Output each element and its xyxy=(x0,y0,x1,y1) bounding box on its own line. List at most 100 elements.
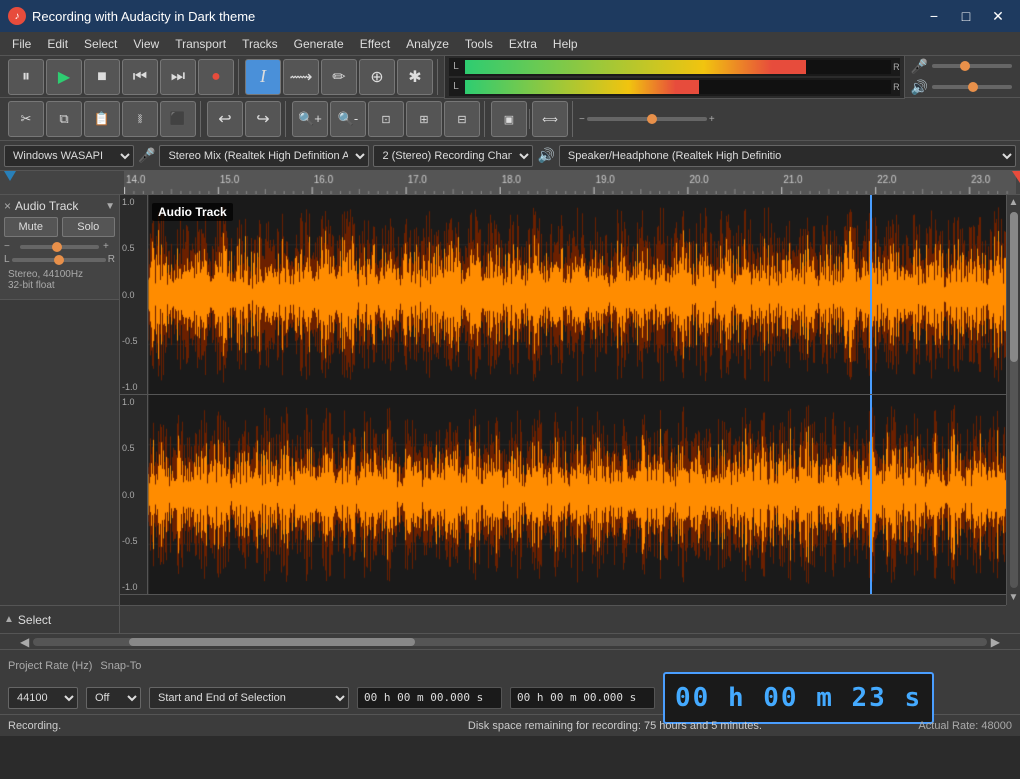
end-marker xyxy=(1012,171,1020,183)
zoom-tool-button[interactable]: ⊕ xyxy=(359,59,395,95)
track-info-line1: Stereo, 44100Hz xyxy=(8,269,111,280)
zoom-undo-button[interactable]: ⊟ xyxy=(444,101,480,137)
draw-tool-button[interactable]: ✏ xyxy=(321,59,357,95)
envelope-tool-button[interactable]: ⟿ xyxy=(283,59,319,95)
output-gain-slider[interactable] xyxy=(932,85,1012,89)
selection-end-input[interactable] xyxy=(510,687,655,709)
menu-item-generate[interactable]: Generate xyxy=(286,35,352,53)
track-close-button[interactable]: × xyxy=(4,199,11,213)
waveform-channel-1[interactable]: 1.0 0.5 0.0 -0.5 -1.0 Audio Track xyxy=(120,195,1006,395)
scale-1-half-top: 0.5 xyxy=(122,243,145,253)
menu-item-tracks[interactable]: Tracks xyxy=(234,35,286,53)
silence-button[interactable]: ⬛ xyxy=(160,101,196,137)
track-controls-panel: × Audio Track ▼ Mute Solo − + L R xyxy=(0,195,120,605)
collapse-button[interactable]: ▣ xyxy=(491,101,527,137)
channels-select[interactable]: 2 (Stereo) Recording Chann xyxy=(373,145,533,167)
play-button[interactable]: ▶ xyxy=(46,59,82,95)
window-controls: − □ ✕ xyxy=(920,5,1012,27)
vu-l-label: L xyxy=(449,61,463,72)
stop-button[interactable]: ■ xyxy=(84,59,120,95)
selection-mode-select[interactable]: Start and End of Selection xyxy=(149,687,349,709)
main-gain-slider[interactable] xyxy=(587,117,707,121)
zoom-out-button[interactable]: 🔍- xyxy=(330,101,366,137)
scale-2-half-top: 0.5 xyxy=(122,443,145,453)
speaker-device-icon: 🔊 xyxy=(537,147,554,164)
output-device-select[interactable]: Speaker/Headphone (Realtek High Definiti… xyxy=(559,145,1016,167)
minimize-button[interactable]: − xyxy=(920,5,948,27)
undo-button[interactable]: ↩ xyxy=(207,101,243,137)
menu-item-view[interactable]: View xyxy=(125,35,167,53)
menu-item-help[interactable]: Help xyxy=(545,35,586,53)
menu-item-file[interactable]: File xyxy=(4,35,39,53)
api-select[interactable]: Windows WASAPI xyxy=(4,145,134,167)
hscroll-thumb xyxy=(129,638,415,646)
cut-button[interactable]: ✂ xyxy=(8,101,44,137)
scale-1-bot: -1.0 xyxy=(122,382,145,392)
copy-button[interactable]: ⧉ xyxy=(46,101,82,137)
zoom-in-button[interactable]: 🔍+ xyxy=(292,101,328,137)
vu-fill-out-l xyxy=(465,80,699,94)
track-bottom-row: ▲ Select xyxy=(0,605,1020,633)
track-dropdown-button[interactable]: ▼ xyxy=(105,201,115,212)
input-device-select[interactable]: Stereo Mix (Realtek High Definition Audi… xyxy=(159,145,369,167)
menu-item-select[interactable]: Select xyxy=(76,35,125,53)
mute-button[interactable]: Mute xyxy=(4,217,58,237)
zoom-fit-button[interactable]: ⊡ xyxy=(368,101,404,137)
solo-button[interactable]: Solo xyxy=(62,217,116,237)
scale-2-mid: 0.0 xyxy=(122,490,145,500)
multi-tool-button[interactable]: ✱ xyxy=(397,59,433,95)
menu-item-analyze[interactable]: Analyze xyxy=(398,35,457,53)
vu-meter-output: L R xyxy=(449,78,900,96)
toolbars: ⏸ ▶ ■ ⏮ ⏭ ● I ⟿ ✏ ⊕ ✱ L R L xyxy=(0,56,1020,141)
vu-meters: L R L R xyxy=(444,55,905,99)
pan-slider[interactable] xyxy=(12,258,106,262)
hscroll-left-button[interactable]: ◀ xyxy=(16,635,33,649)
menu-item-extra[interactable]: Extra xyxy=(501,35,545,53)
vu-bar-out-l xyxy=(465,80,891,94)
waveform-channel-2[interactable]: 1.0 0.5 0.0 -0.5 -1.0 xyxy=(120,395,1006,595)
toolbar-row1: ⏸ ▶ ■ ⏮ ⏭ ● I ⟿ ✏ ⊕ ✱ L R L xyxy=(0,56,1020,98)
app-icon: ♪ xyxy=(8,7,26,25)
select-row-scrollbar-space xyxy=(1006,605,1020,633)
vertical-scrollbar[interactable]: ▲ ▼ xyxy=(1006,195,1020,605)
extra-zoom-section: ▣ ⟺ xyxy=(487,101,573,137)
mute-solo-row: Mute Solo xyxy=(4,217,115,237)
horizontal-scrollbar[interactable]: ◀ ▶ xyxy=(0,633,1020,649)
snap-to-select[interactable]: Off xyxy=(86,687,141,709)
pan-row: L R xyxy=(4,254,115,265)
trim-button[interactable]: ⧚ xyxy=(122,101,158,137)
hscroll-track xyxy=(33,638,987,646)
project-rate-select[interactable]: 44100 xyxy=(8,687,78,709)
recording-time-display: 00 h 00 m 23 s xyxy=(663,672,934,724)
select-button[interactable]: ▲ Select xyxy=(4,613,51,627)
selection-start-input[interactable] xyxy=(357,687,502,709)
record-button[interactable]: ● xyxy=(198,59,234,95)
zoom-extra-button[interactable]: ⟺ xyxy=(532,101,568,137)
mic-icon: 🎤 xyxy=(911,58,928,75)
scale-1-top: 1.0 xyxy=(122,197,145,207)
vu-meter-input: L R xyxy=(449,58,900,76)
waveform-canvas-1 xyxy=(120,195,1006,394)
prev-button[interactable]: ⏮ xyxy=(122,59,158,95)
mic-gain-slider[interactable] xyxy=(932,64,1012,68)
gain-track-slider[interactable] xyxy=(20,245,99,249)
vscroll-down-button[interactable]: ▼ xyxy=(1009,590,1019,605)
menu-item-transport[interactable]: Transport xyxy=(167,35,234,53)
menu-item-edit[interactable]: Edit xyxy=(39,35,76,53)
snap-to-label: Snap-To xyxy=(100,660,141,672)
close-button[interactable]: ✕ xyxy=(984,5,1012,27)
pause-button[interactable]: ⏸ xyxy=(8,59,44,95)
pan-l-label: L xyxy=(4,254,10,265)
gain-section: − + xyxy=(575,114,719,125)
hscroll-right-button[interactable]: ▶ xyxy=(987,635,1004,649)
scale-2-half-bot: -0.5 xyxy=(122,536,145,546)
maximize-button[interactable]: □ xyxy=(952,5,980,27)
paste-button[interactable]: 📋 xyxy=(84,101,120,137)
vscroll-up-button[interactable]: ▲ xyxy=(1009,195,1019,210)
select-tool-button[interactable]: I xyxy=(245,59,281,95)
menu-item-effect[interactable]: Effect xyxy=(352,35,398,53)
menu-item-tools[interactable]: Tools xyxy=(457,35,501,53)
zoom-selection-button[interactable]: ⊞ xyxy=(406,101,442,137)
next-button[interactable]: ⏭ xyxy=(160,59,196,95)
redo-button[interactable]: ↪ xyxy=(245,101,281,137)
